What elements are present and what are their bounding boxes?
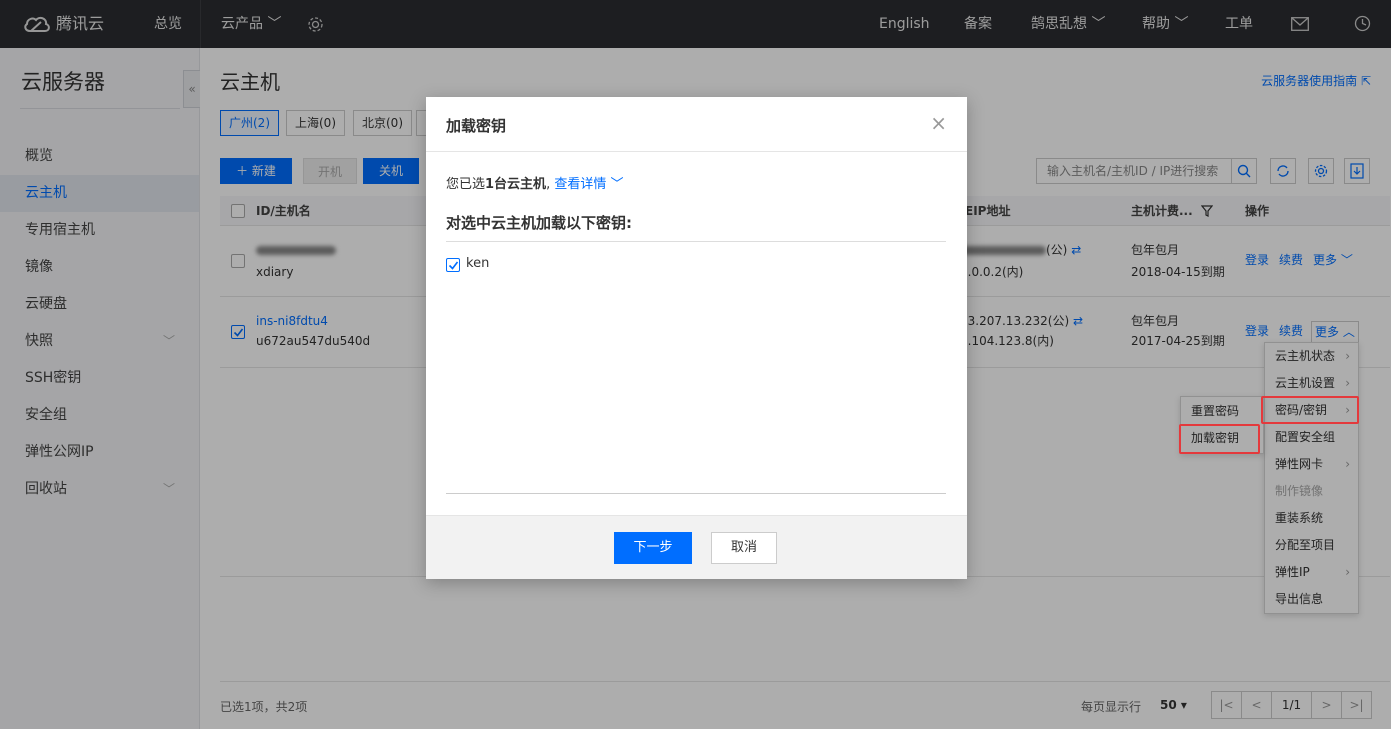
load-key-dialog: 加载密钥 × 您已选1台云主机, 查看详情 ﹀ 对选中云主机加载以下密钥: ke…: [426, 97, 967, 579]
divider: [446, 241, 946, 242]
next-step-button[interactable]: 下一步: [614, 532, 692, 564]
close-icon[interactable]: ×: [930, 111, 947, 135]
selection-comma: ,: [546, 177, 551, 192]
key-checkbox[interactable]: [446, 258, 460, 272]
dialog-footer: 下一步 取消: [426, 515, 967, 579]
cancel-button[interactable]: 取消: [711, 532, 777, 564]
selection-count: 1台云主机: [485, 177, 547, 192]
key-list-title: 对选中云主机加载以下密钥:: [446, 214, 632, 232]
checkmark-icon: [448, 261, 459, 270]
dialog-header: 加载密钥 ×: [426, 97, 967, 152]
divider: [446, 493, 946, 494]
chevron-down-icon: ﹀: [610, 177, 624, 192]
selection-prefix: 您已选: [446, 177, 486, 192]
view-details-label: 查看详情: [554, 177, 607, 192]
key-name: ken: [466, 256, 490, 271]
highlight-box: [1261, 396, 1359, 424]
highlight-box: [1179, 424, 1260, 454]
selection-info: 您已选1台云主机, 查看详情 ﹀: [446, 173, 624, 192]
view-details-link[interactable]: 查看详情 ﹀: [554, 177, 623, 192]
dialog-title: 加载密钥: [446, 117, 507, 135]
